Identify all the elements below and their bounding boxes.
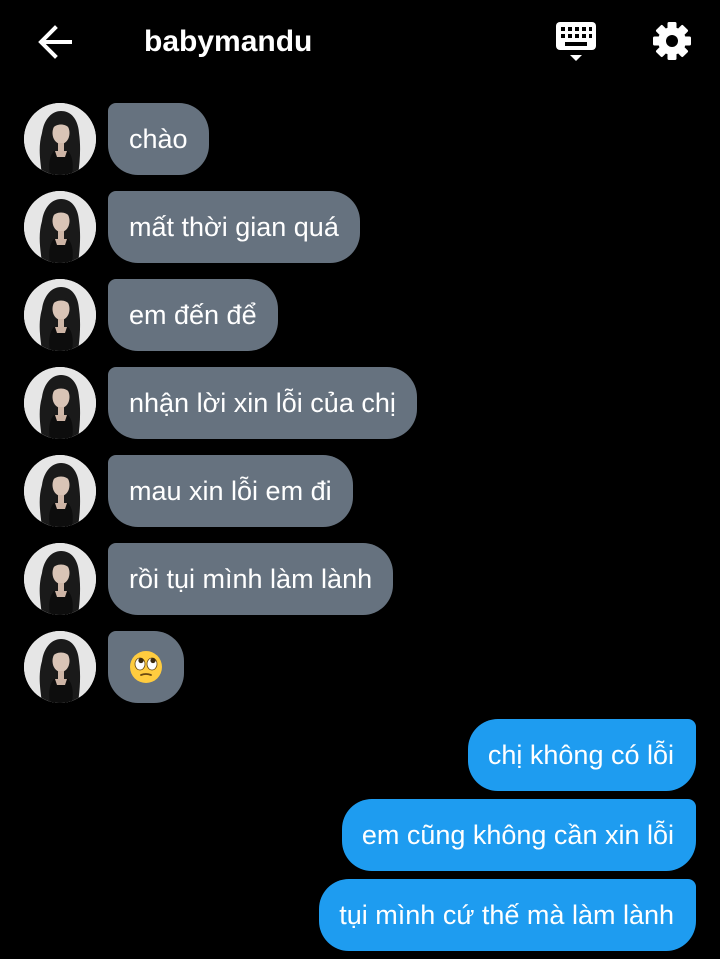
message-bubble-outgoing[interactable]: chị không có lỗi [467, 719, 696, 791]
avatar[interactable] [24, 191, 96, 263]
message-bubble-incoming[interactable]: mau xin lỗi em đi [108, 455, 353, 527]
message-bubble-incoming[interactable]: em đến để [108, 279, 278, 351]
message-bubble-incoming[interactable]: nhận lời xin lỗi của chị [108, 367, 417, 439]
settings-button[interactable] [648, 17, 696, 65]
message-bubble-incoming[interactable]: rồi tụi mình làm lành [108, 543, 394, 615]
avatar[interactable] [24, 279, 96, 351]
message-bubble-incoming[interactable]: chào [108, 103, 209, 175]
message-row-incoming: chào [0, 103, 720, 175]
message-row-incoming: rồi tụi mình làm lành [0, 543, 720, 615]
message-row-incoming: nhận lời xin lỗi của chị [0, 367, 720, 439]
face-with-rolling-eyes-emoji [130, 650, 162, 683]
message-row-incoming: mất thời gian quá [0, 191, 720, 263]
message-bubble-outgoing[interactable]: em cũng không cần xin lỗi [341, 799, 696, 871]
message-row-incoming [0, 631, 720, 703]
message-bubble-incoming[interactable]: mất thời gian quá [108, 191, 360, 263]
avatar[interactable] [24, 543, 96, 615]
keyboard-icon [556, 22, 596, 61]
back-button[interactable] [34, 22, 78, 62]
avatar[interactable] [24, 455, 96, 527]
avatar[interactable] [24, 631, 96, 703]
chat-header: babymandu [0, 0, 720, 84]
message-row-incoming: mau xin lỗi em đi [0, 455, 720, 527]
gear-icon [653, 22, 691, 60]
message-bubble-outgoing[interactable]: tụi mình cứ thế mà làm lành [319, 879, 696, 951]
keyboard-button[interactable] [552, 20, 600, 66]
page-title: babymandu [144, 25, 313, 58]
arrow-left-icon [38, 25, 72, 59]
avatar[interactable] [24, 367, 96, 439]
message-row-incoming: em đến để [0, 279, 720, 351]
avatar[interactable] [24, 103, 96, 175]
message-bubble-incoming[interactable] [108, 631, 184, 703]
